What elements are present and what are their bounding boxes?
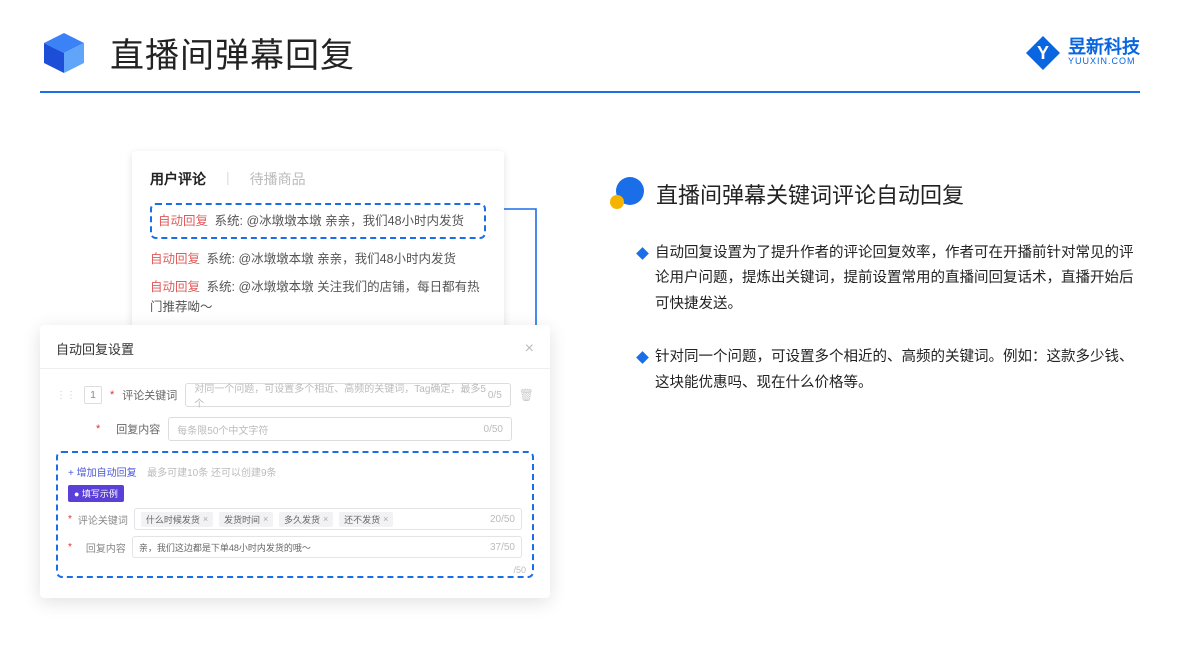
delete-icon[interactable]: 🗑 (519, 388, 534, 402)
diamond-icon (636, 247, 649, 260)
comment-line-2: 自动回复 系统: @冰墩墩本墩 亲亲，我们48小时内发货 (150, 249, 486, 269)
close-icon[interactable]: × (525, 340, 534, 358)
example-keyword-row: * 评论关键词 什么时候发货× 发货时间× 多久发货× 还不发货× 20/50 (68, 508, 522, 530)
bullet-text-2: 针对同一个问题，可设置多个相近的、高频的关键词。例如：这款多少钱、这块能优惠吗、… (655, 345, 1140, 396)
tab-user-comments[interactable]: 用户评论 (150, 169, 206, 189)
auto-reply-tag: 自动回复 (158, 214, 208, 228)
example-badge: ● 填写示例 (68, 485, 124, 502)
bullet-item-1: 自动回复设置为了提升作者的评论回复效率，作者可在开播前针对常见的评论用户问题，提… (638, 241, 1140, 317)
svg-text:Y: Y (1037, 43, 1049, 63)
ex-content-label: 回复内容 (78, 540, 126, 555)
tag-chip[interactable]: 多久发货× (279, 512, 333, 527)
ex-keyword-label: 评论关键词 (78, 512, 128, 527)
required-dot: * (68, 514, 72, 525)
section-title: 直播间弹幕关键词评论自动回复 (656, 178, 964, 210)
comment-line-1: 自动回复 系统: @冰墩墩本墩 亲亲，我们48小时内发货 (158, 211, 478, 231)
keyword-row: ⋮⋮ 1 * 评论关键词 对同一个问题，可设置多个相近、高频的关键词，Tag确定… (56, 383, 534, 407)
system-tag: 系统: (215, 214, 243, 228)
settings-header: 自动回复设置 × (40, 339, 550, 369)
required-dot: * (96, 423, 100, 435)
tag-chip[interactable]: 发货时间× (219, 512, 273, 527)
tabs: 用户评论 | 待播商品 (150, 169, 486, 189)
ex-keyword-counter: 20/50 (490, 514, 515, 525)
diamond-icon (636, 351, 649, 364)
section-dot-icon (610, 177, 644, 211)
cube-icon (40, 29, 88, 77)
brand-logo: Y 昱新科技 YUUXIN.COM (1026, 36, 1140, 70)
settings-dialog: 自动回复设置 × ⋮⋮ 1 * 评论关键词 对同一个问题，可设置多个相近、高频的… (40, 325, 550, 598)
required-dot: * (110, 389, 114, 401)
comments-card: 用户评论 | 待播商品 自动回复 系统: @冰墩墩本墩 亲亲，我们48小时内发货… (132, 151, 504, 349)
keyword-placeholder: 对同一个问题，可设置多个相近、高频的关键词，Tag确定，最多5个 (194, 380, 488, 410)
scroll-counter: /50 (502, 560, 526, 580)
content-counter: 0/50 (484, 424, 503, 435)
drag-handle-icon[interactable]: ⋮⋮ (56, 390, 76, 401)
tag-chip[interactable]: 还不发货× (339, 512, 393, 527)
keyword-input[interactable]: 对同一个问题，可设置多个相近、高频的关键词，Tag确定，最多5个 0/5 (185, 383, 510, 407)
bullet-item-2: 针对同一个问题，可设置多个相近的、高频的关键词。例如：这款多少钱、这块能优惠吗、… (638, 345, 1140, 396)
page-header: 直播间弹幕回复 Y 昱新科技 YUUXIN.COM (0, 0, 1180, 77)
keyword-counter: 0/5 (488, 390, 502, 401)
header-left: 直播间弹幕回复 (40, 28, 355, 77)
comment-text-1: @冰墩墩本墩 亲亲，我们48小时内发货 (246, 214, 464, 228)
row-number: 1 (84, 386, 102, 404)
comment-text-2: @冰墩墩本墩 亲亲，我们48小时内发货 (238, 252, 456, 266)
example-block: + 增加自动回复 最多可建10条 还可以创建9条 ● 填写示例 * 评论关键词 … (56, 451, 534, 578)
add-auto-reply-link[interactable]: + 增加自动回复 (68, 468, 137, 479)
system-tag: 系统: (207, 280, 235, 294)
tab-separator: | (226, 169, 230, 189)
ex-tags-container: 什么时候发货× 发货时间× 多久发货× 还不发货× (141, 512, 396, 527)
ex-content-counter: 37/50 (490, 542, 515, 553)
ex-content-input[interactable]: 亲，我们这边都是下单48小时内发货的哦～ 37/50 (132, 536, 522, 558)
brand-name: 昱新科技 (1068, 38, 1140, 58)
page-title: 直播间弹幕回复 (110, 28, 355, 77)
highlighted-comment: 自动回复 系统: @冰墩墩本墩 亲亲，我们48小时内发货 (150, 203, 486, 239)
auto-reply-tag: 自动回复 (150, 252, 200, 266)
example-content-row: * 回复内容 亲，我们这边都是下单48小时内发货的哦～ 37/50 (68, 536, 522, 558)
system-tag: 系统: (207, 252, 235, 266)
ex-keyword-input[interactable]: 什么时候发货× 发货时间× 多久发货× 还不发货× 20/50 (134, 508, 522, 530)
comment-line-3: 自动回复 系统: @冰墩墩本墩 关注我们的店铺，每日都有热门推荐呦～ (150, 277, 486, 317)
settings-title: 自动回复设置 (56, 339, 134, 358)
bullet-text-1: 自动回复设置为了提升作者的评论回复效率，作者可在开播前针对常见的评论用户问题，提… (655, 241, 1140, 317)
content-placeholder: 每条限50个中文字符 (177, 422, 268, 437)
ex-content-value: 亲，我们这边都是下单48小时内发货的哦～ (139, 541, 311, 554)
auto-reply-tag: 自动回复 (150, 280, 200, 294)
section-head: 直播间弹幕关键词评论自动回复 (610, 177, 1140, 211)
content-input[interactable]: 每条限50个中文字符 0/50 (168, 417, 512, 441)
brand-sub: YUUXIN.COM (1068, 57, 1140, 67)
tab-products[interactable]: 待播商品 (250, 169, 306, 189)
bullet-list: 自动回复设置为了提升作者的评论回复效率，作者可在开播前针对常见的评论用户问题，提… (610, 241, 1140, 396)
add-hint: 最多可建10条 还可以创建9条 (147, 468, 276, 479)
content-row: * 回复内容 每条限50个中文字符 0/50 (56, 417, 534, 441)
content-label: 回复内容 (108, 421, 160, 437)
brand-icon: Y (1026, 36, 1060, 70)
tag-chip[interactable]: 什么时候发货× (141, 512, 213, 527)
keyword-label: 评论关键词 (122, 387, 177, 403)
right-column: 直播间弹幕关键词评论自动回复 自动回复设置为了提升作者的评论回复效率，作者可在开… (610, 133, 1140, 424)
required-dot: * (68, 542, 72, 553)
left-column: 用户评论 | 待播商品 自动回复 系统: @冰墩墩本墩 亲亲，我们48小时内发货… (40, 133, 560, 424)
